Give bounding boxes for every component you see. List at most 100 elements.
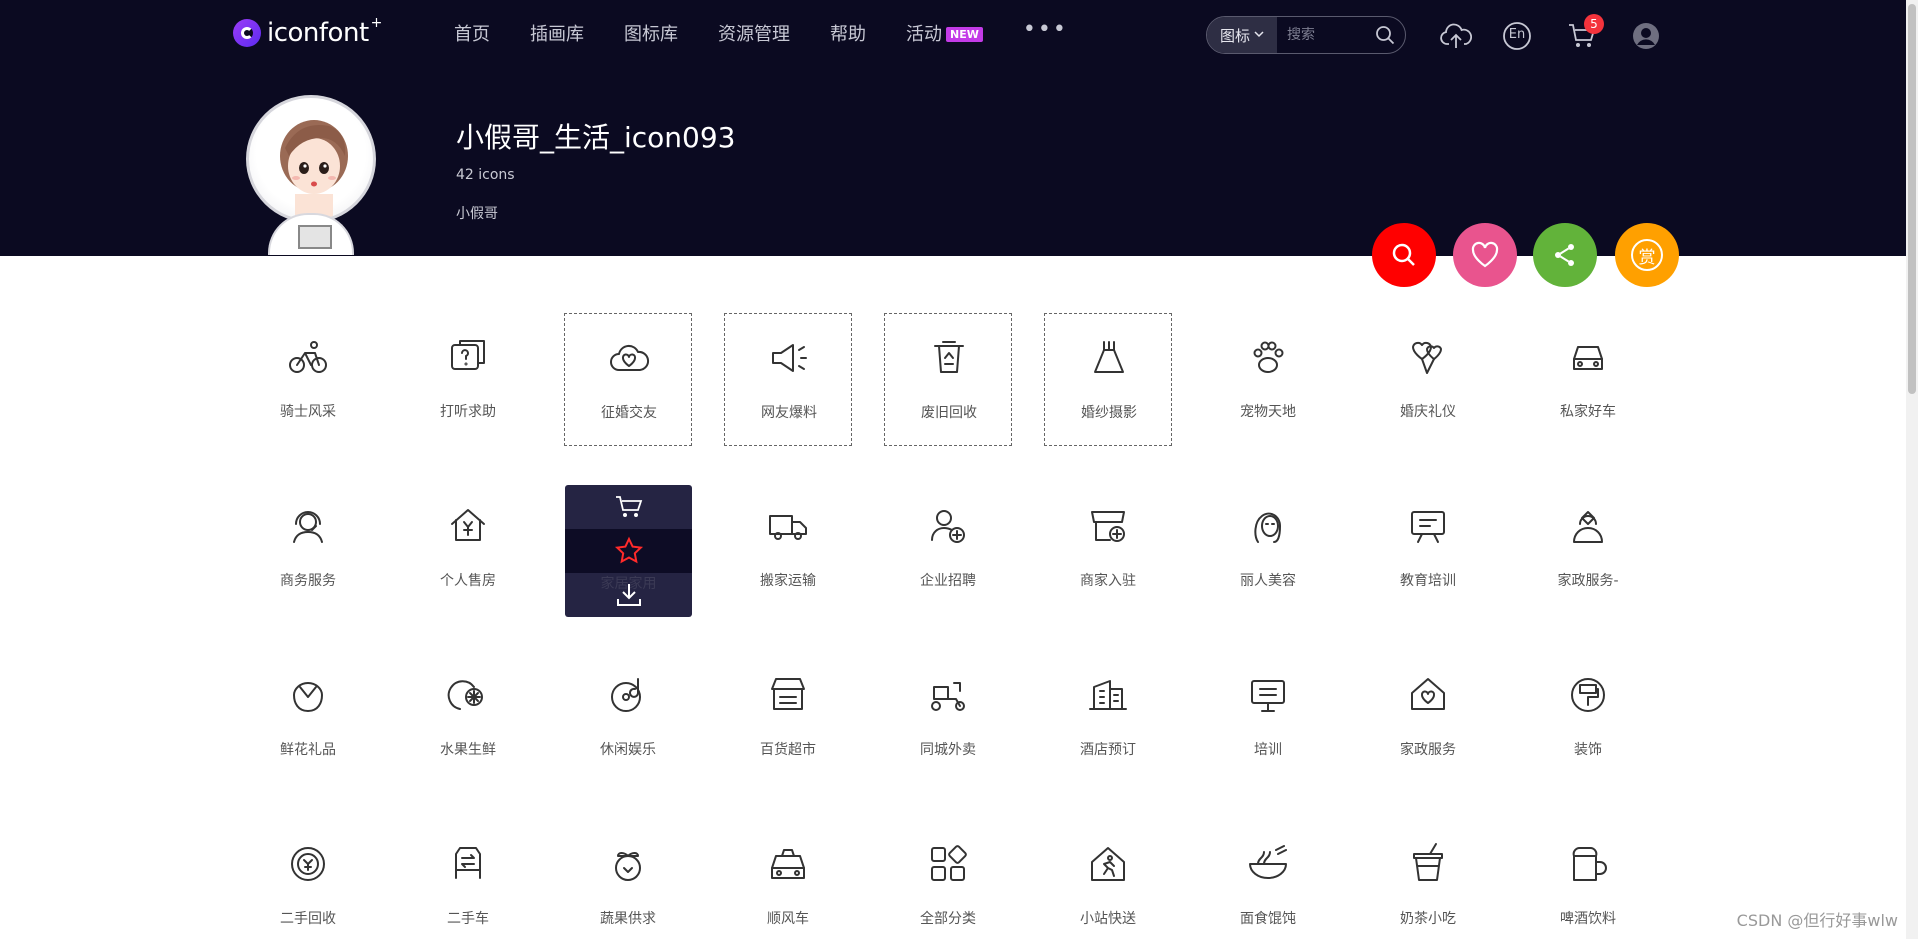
icon-label: 全部分类 — [920, 911, 976, 927]
nav-item-activity-label: 活动 — [906, 24, 942, 45]
reward-icon: 赏 — [1631, 239, 1663, 271]
icon-card[interactable]: 个人售房 — [404, 482, 532, 615]
search-icon[interactable] — [1365, 17, 1405, 53]
icon-label: 二手车 — [447, 911, 489, 927]
page-scrollbar[interactable] — [1906, 0, 1918, 939]
star-icon — [614, 536, 643, 564]
share-button[interactable] — [1533, 223, 1597, 287]
icon-label: 二手回收 — [280, 911, 336, 927]
icon-label: 废旧回收 — [921, 405, 977, 421]
icon-card[interactable]: 全部分类 — [884, 820, 1012, 939]
nav-item-resource-manage[interactable]: 资源管理 — [718, 20, 790, 46]
watermark: CSDN @但行好事wlw — [1736, 911, 1898, 930]
hovered-icon-card[interactable]: 家居家用 — [565, 485, 692, 617]
icon-card[interactable]: 商务服务 — [244, 482, 372, 615]
icon-label: 奶茶小吃 — [1400, 911, 1456, 927]
megaphone-icon — [767, 336, 811, 380]
icon-card[interactable]: 私家好车 — [1524, 313, 1652, 446]
car-icon — [1566, 335, 1610, 379]
icon-card[interactable]: 顺风车 — [724, 820, 852, 939]
icon-label: 休闲娱乐 — [600, 742, 656, 758]
search-input[interactable] — [1277, 17, 1365, 53]
icon-label: 家政服务- — [1557, 573, 1619, 589]
beer-mug-icon — [1566, 842, 1610, 886]
avatar-suit — [268, 213, 354, 255]
icon-card[interactable]: 商家入驻 — [1044, 482, 1172, 615]
search-collection-button[interactable] — [1372, 223, 1436, 287]
icon-card[interactable]: 同城外卖 — [884, 651, 1012, 784]
icon-card[interactable]: 奶茶小吃 — [1364, 820, 1492, 939]
headset-person-icon — [286, 504, 330, 548]
like-button[interactable] — [1453, 223, 1517, 287]
icon-card[interactable]: 宠物天地 — [1204, 313, 1332, 446]
scrollbar-thumb[interactable] — [1908, 4, 1916, 394]
icon-card[interactable]: 鲜花礼品 — [244, 651, 372, 784]
nav-item-home[interactable]: 首页 — [454, 20, 490, 46]
face-mask-icon — [1246, 504, 1290, 548]
icon-card[interactable]: 婚庆礼仪 — [1364, 313, 1492, 446]
icon-label: 水果生鲜 — [440, 742, 496, 758]
icon-card[interactable]: 婚纱摄影 — [1044, 313, 1172, 446]
nav-item-activity[interactable]: 活动 NEW — [906, 20, 983, 46]
icon-card[interactable]: 打听求助 — [404, 313, 532, 446]
icon-card[interactable]: 小站快送 — [1044, 820, 1172, 939]
icon-label: 教育培训 — [1400, 573, 1456, 589]
icon-card[interactable]: 二手车 — [404, 820, 532, 939]
upload-cloud-icon[interactable] — [1440, 20, 1472, 52]
icon-card[interactable]: 征婚交友 — [564, 313, 692, 446]
icon-card[interactable]: 水果生鲜 — [404, 651, 532, 784]
icon-card[interactable]: 网友爆料 — [724, 313, 852, 446]
reward-button[interactable]: 赏 — [1615, 223, 1679, 287]
icon-label: 打听求助 — [440, 404, 496, 420]
icon-card[interactable]: 骑士风采 — [244, 313, 372, 446]
icon-card[interactable]: 酒店预订 — [1044, 651, 1172, 784]
add-to-cart-button[interactable] — [565, 485, 692, 529]
nav-item-illustrations[interactable]: 插画库 — [530, 20, 584, 46]
brand-name: iconfont — [267, 18, 369, 48]
icon-card[interactable]: 装饰 — [1524, 651, 1652, 784]
heart-balloon-icon — [1406, 335, 1450, 379]
store-add-icon — [1086, 504, 1130, 548]
icon-card[interactable]: 百货超市 — [724, 651, 852, 784]
user-avatar-icon[interactable] — [1630, 20, 1662, 52]
taxi-icon — [766, 842, 810, 886]
icon-label: 百货超市 — [760, 742, 816, 758]
icon-card[interactable]: 搬家运输 — [724, 482, 852, 615]
shop-icon — [766, 673, 810, 717]
icon-label: 个人售房 — [440, 573, 496, 589]
brand-logo[interactable]: iconfont + — [233, 15, 383, 48]
search-type-select[interactable]: 图标 — [1207, 17, 1277, 53]
language-switch[interactable]: En — [1501, 20, 1533, 52]
icon-card[interactable]: 面食馄饨 — [1204, 820, 1332, 939]
icon-card[interactable]: 家政服务- — [1524, 482, 1652, 615]
cart-button[interactable]: 5 — [1566, 14, 1604, 52]
bicycle-icon — [286, 335, 330, 379]
house-yen-icon — [446, 504, 490, 548]
icon-card[interactable]: 培训 — [1204, 651, 1332, 784]
icon-card[interactable]: 二手回收 — [244, 820, 372, 939]
download-button[interactable] — [565, 573, 692, 617]
housekeeper-icon — [1566, 504, 1610, 548]
heart-icon — [1471, 241, 1499, 268]
grid-icon — [926, 842, 970, 886]
icon-card[interactable]: 啤酒饮料 — [1524, 820, 1652, 939]
icon-card[interactable]: 休闲娱乐 — [564, 651, 692, 784]
icon-card[interactable]: 企业招聘 — [884, 482, 1012, 615]
icon-label: 家政服务 — [1400, 742, 1456, 758]
icon-label: 征婚交友 — [601, 405, 657, 421]
icon-label: 顺风车 — [767, 911, 809, 927]
favorite-button[interactable] — [565, 529, 692, 573]
car-swap-icon — [446, 842, 490, 886]
brand-plus: + — [370, 15, 383, 31]
nav-item-help[interactable]: 帮助 — [830, 20, 866, 46]
author-link[interactable]: 小假哥 — [456, 203, 498, 223]
icon-label: 婚庆礼仪 — [1400, 404, 1456, 420]
share-icon — [1555, 244, 1574, 266]
icon-card[interactable]: 蔬果供求 — [564, 820, 692, 939]
icon-card[interactable]: 教育培训 — [1364, 482, 1492, 615]
nav-item-icon-library[interactable]: 图标库 — [624, 20, 678, 46]
icon-card[interactable]: 废旧回收 — [884, 313, 1012, 446]
icon-card[interactable]: 家政服务 — [1364, 651, 1492, 784]
icon-card[interactable]: 丽人美容 — [1204, 482, 1332, 615]
more-menu-icon[interactable]: ••• — [1023, 17, 1068, 42]
